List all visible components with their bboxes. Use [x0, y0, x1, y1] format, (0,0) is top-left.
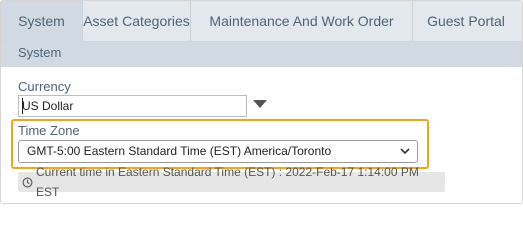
currency-field[interactable]: US Dollar: [18, 95, 247, 117]
currency-dropdown-arrow-icon[interactable]: [253, 100, 267, 108]
text-cursor: [22, 98, 23, 114]
tab-bar: System Asset Categories Maintenance And …: [1, 1, 522, 42]
currency-value: US Dollar: [22, 99, 74, 113]
timezone-label: Time Zone: [18, 123, 80, 138]
current-time-text: Current time in Eastern Standard Time (E…: [36, 165, 419, 199]
chevron-down-icon: [400, 148, 410, 155]
timezone-select[interactable]: GMT-5:00 Eastern Standard Time (EST) Ame…: [18, 140, 418, 163]
clock-icon: [22, 177, 33, 187]
tab-maintenance-and-work-order[interactable]: Maintenance And Work Order: [191, 1, 413, 41]
currency-label: Currency: [18, 79, 71, 94]
section-title: System: [1, 42, 522, 67]
tab-system[interactable]: System: [1, 1, 83, 41]
tab-guest-portal[interactable]: Guest Portal: [413, 1, 519, 41]
tab-asset-categories[interactable]: Asset Categories: [83, 1, 191, 41]
current-time-info: Current time in Eastern Standard Time (E…: [18, 165, 445, 199]
timezone-selected-value: GMT-5:00 Eastern Standard Time (EST) Ame…: [27, 144, 332, 158]
